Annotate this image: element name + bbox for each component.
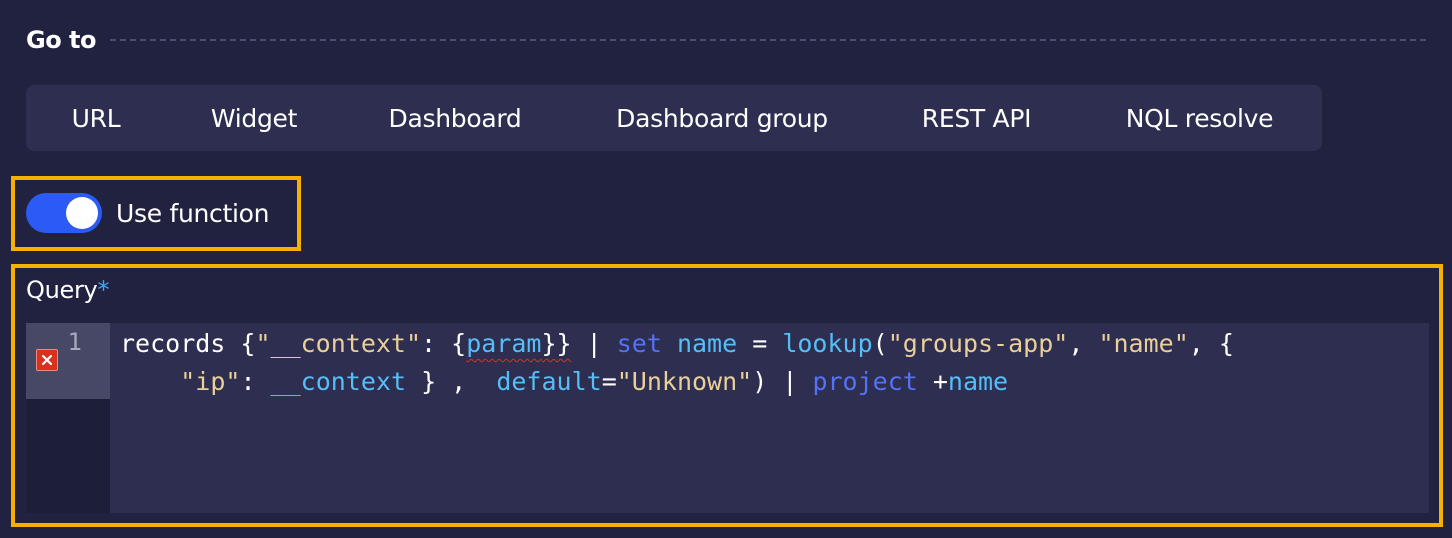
code-token: lookup bbox=[782, 329, 873, 358]
code-token: + bbox=[917, 367, 948, 396]
code-token: ) | bbox=[752, 367, 813, 396]
query-label: Query* bbox=[26, 276, 109, 304]
use-function-toggle[interactable] bbox=[26, 193, 102, 233]
query-label-text: Query bbox=[26, 276, 98, 304]
code-token: ( bbox=[872, 329, 888, 358]
code-token: : bbox=[240, 367, 271, 396]
editor-gutter: 1 bbox=[26, 323, 110, 513]
code-token: } , bbox=[406, 367, 497, 396]
code-token: "name" bbox=[1098, 329, 1189, 358]
gutter-active-line: 1 bbox=[26, 323, 110, 399]
toggle-knob bbox=[66, 197, 98, 229]
section-title: Go to bbox=[26, 26, 97, 54]
query-code[interactable]: records {"__context": {param}} | set nam… bbox=[120, 325, 1234, 401]
code-token: project bbox=[812, 367, 918, 396]
error-icon[interactable] bbox=[36, 349, 58, 371]
code-line: "ip": __context } , default="Unknown") |… bbox=[120, 363, 1234, 401]
code-token: set bbox=[616, 329, 662, 358]
tab-dashboard-group[interactable]: Dashboard group bbox=[568, 85, 876, 151]
line-number: 1 bbox=[67, 328, 82, 356]
code-token: "ip" bbox=[180, 367, 241, 396]
required-marker: * bbox=[97, 276, 110, 304]
tab-url[interactable]: URL bbox=[26, 85, 166, 151]
code-token: records { bbox=[120, 329, 256, 358]
goto-type-tabs: URL Widget Dashboard Dashboard group RES… bbox=[26, 85, 1322, 151]
use-function-row: Use function bbox=[26, 193, 269, 233]
code-token: name bbox=[676, 329, 738, 358]
code-token: }} bbox=[541, 329, 572, 358]
tab-nql-resolve[interactable]: NQL resolve bbox=[1077, 85, 1322, 151]
code-token: default bbox=[496, 367, 602, 396]
code-token: , bbox=[1068, 329, 1099, 358]
go-to-section-header: Go to bbox=[26, 22, 1426, 58]
code-token: "Unknown" bbox=[616, 367, 753, 396]
use-function-label: Use function bbox=[116, 198, 270, 228]
code-token: __context bbox=[270, 367, 407, 396]
tab-widget[interactable]: Widget bbox=[166, 85, 342, 151]
code-line: records {"__context": {param}} | set nam… bbox=[120, 325, 1234, 363]
tab-rest-api[interactable]: REST API bbox=[876, 85, 1077, 151]
code-token: "groups-app" bbox=[887, 329, 1069, 358]
code-token: = bbox=[737, 329, 783, 358]
code-token: | bbox=[571, 329, 617, 358]
code-token: "__context" bbox=[255, 329, 422, 358]
code-token: , { bbox=[1188, 329, 1234, 358]
code-token: param bbox=[466, 329, 542, 358]
code-token: name bbox=[947, 367, 1009, 396]
tab-dashboard[interactable]: Dashboard bbox=[342, 85, 568, 151]
code-token: : { bbox=[421, 329, 467, 358]
section-divider bbox=[110, 39, 1426, 41]
code-token: = bbox=[601, 367, 617, 396]
query-editor[interactable]: 1 records {"__context": {param}} | set n… bbox=[26, 323, 1429, 513]
